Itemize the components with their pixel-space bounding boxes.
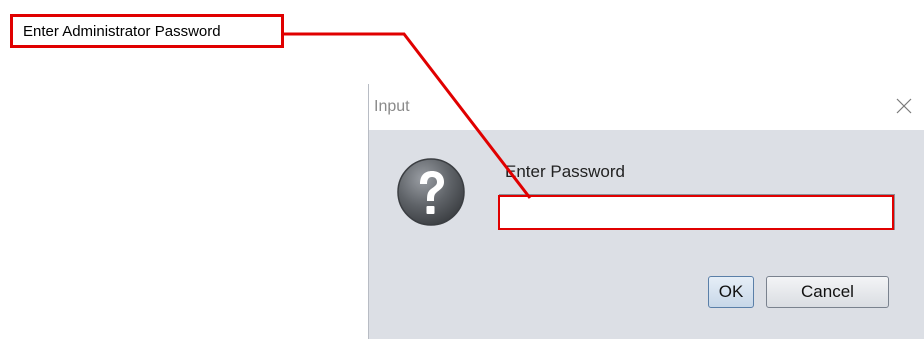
dialog-title: Input xyxy=(374,98,410,115)
cancel-button[interactable]: Cancel xyxy=(766,276,889,308)
question-icon xyxy=(397,158,465,226)
close-icon xyxy=(896,98,912,114)
input-dialog: Input Enter Password OK Cancel xyxy=(368,84,924,339)
close-button[interactable] xyxy=(890,92,918,120)
dialog-titlebar: Input xyxy=(369,84,924,130)
password-input[interactable] xyxy=(499,194,895,230)
ok-button[interactable]: OK xyxy=(708,276,754,308)
annotation-callout-text: Enter Administrator Password xyxy=(23,22,221,40)
password-prompt-label: Enter Password xyxy=(505,162,625,181)
annotation-callout: Enter Administrator Password xyxy=(10,14,284,48)
